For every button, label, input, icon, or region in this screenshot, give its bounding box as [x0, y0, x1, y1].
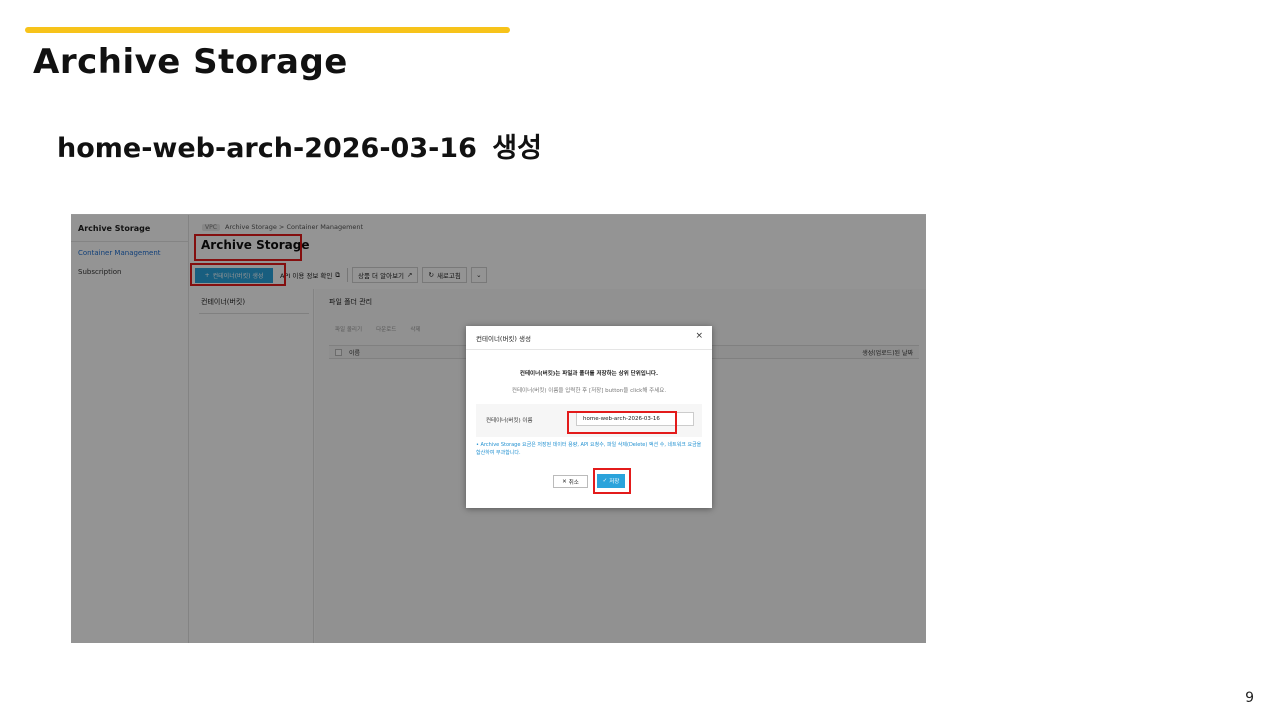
pricing-note: • Archive Storage 요금은 저장된 데이터 용량, API 요청…: [476, 442, 702, 456]
cancel-label: 취소: [568, 479, 579, 486]
name-input-highlight-box: [567, 411, 677, 434]
page-number: 9: [1245, 690, 1254, 706]
title-accent-bar: [25, 27, 510, 33]
container-name-label: 컨테이너(버킷) 이름: [486, 418, 533, 424]
slide-title: Archive Storage: [33, 42, 348, 82]
console-screenshot: Archive Storage Container Management Sub…: [71, 214, 926, 643]
close-icon: ✕: [562, 478, 567, 485]
close-icon[interactable]: ×: [695, 331, 703, 341]
dialog-title: 컨테이너(버킷) 생성: [476, 335, 531, 343]
slide-subtitle: home-web-arch-2026-03-16 생성: [57, 133, 542, 164]
dialog-description: 컨테이너(버킷)는 파일과 폴더를 저장하는 상위 단위입니다.: [519, 371, 659, 377]
dialog-divider: [466, 349, 712, 350]
dialog-hint: 컨테이너(버킷) 이름을 입력한 후 [저장] button을 click해 주…: [511, 388, 667, 394]
save-button-highlight-box: [593, 468, 631, 494]
cancel-button[interactable]: ✕ 취소: [553, 475, 588, 488]
